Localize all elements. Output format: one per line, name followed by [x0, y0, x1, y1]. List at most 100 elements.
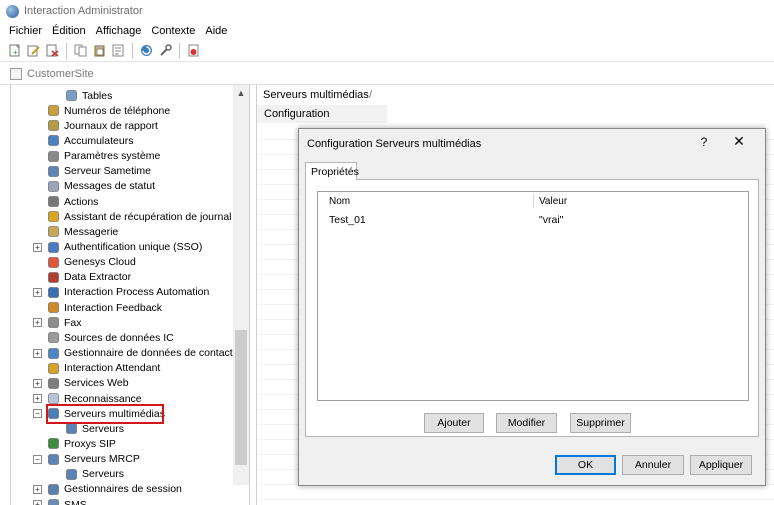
title-bar: Interaction Administrator [0, 0, 774, 22]
collapse-icon[interactable]: − [33, 454, 42, 464]
site-name: CustomerSite [27, 67, 94, 80]
configuration-row[interactable]: Configuration [257, 105, 387, 123]
attendant-icon [47, 362, 60, 375]
tree-item-label: Serveurs [82, 468, 125, 481]
properties-panel: Nom Valeur Test_01 "vrai" Ajouter Modifi… [305, 179, 759, 437]
mrcp-servers-icon [47, 453, 60, 466]
servers-icon [65, 422, 78, 435]
tree-item[interactable]: Genesys Cloud [47, 255, 136, 270]
menu-affichage[interactable]: Affichage [91, 25, 147, 37]
tree-item[interactable]: Assistant de récupération de journal [47, 209, 232, 224]
tree-item-label: Messagerie [64, 225, 119, 238]
list-item[interactable]: Test_01 "vrai" [318, 212, 748, 228]
contact-data-icon [47, 347, 60, 360]
tree-item-label: Serveurs [82, 422, 125, 435]
tree-item[interactable]: SMS [47, 497, 87, 505]
tree-item[interactable]: Proxys SIP [47, 436, 116, 451]
list-header: Nom Valeur [318, 192, 748, 210]
expand-icon[interactable]: + [33, 378, 42, 388]
tree-item-label: Services Web [64, 377, 129, 390]
phone-numbers-icon [47, 104, 60, 117]
tree-item[interactable]: Tables [65, 88, 112, 103]
paste-button[interactable] [90, 42, 108, 60]
tools-button[interactable] [156, 42, 174, 60]
highlight-box [46, 404, 164, 424]
data-sources-icon [47, 331, 60, 344]
tree-item[interactable]: Serveur Sametime [47, 164, 151, 179]
tree-item-label: Fax [64, 316, 82, 329]
menu-edition[interactable]: Édition [47, 25, 91, 37]
expand-icon[interactable]: + [33, 242, 42, 252]
navigation-tree: Tables Numéros de téléphone Journaux de ra… [10, 85, 250, 505]
tree-item[interactable]: Accumulateurs [47, 133, 133, 148]
new-item-button[interactable]: + [5, 42, 23, 60]
copy-button[interactable] [71, 42, 89, 60]
expand-icon[interactable]: + [33, 318, 42, 328]
help-icon[interactable]: ? [697, 135, 711, 149]
cancel-button[interactable]: Annuler [622, 455, 684, 475]
expand-icon[interactable]: + [33, 484, 42, 494]
help-button[interactable] [184, 42, 202, 60]
toolbar: + [0, 40, 774, 62]
tab-proprietes[interactable]: Propriétés [305, 162, 359, 180]
collapse-icon[interactable]: − [33, 409, 42, 419]
menu-contexte[interactable]: Contexte [146, 25, 200, 37]
property-name: Test_01 [329, 214, 366, 226]
tree-scrollbar[interactable]: ▲ [233, 85, 249, 485]
tree-item-label: Genesys Cloud [64, 256, 136, 269]
tree-item[interactable]: Gestionnaire de données de contact [47, 346, 233, 361]
tree-item[interactable]: Fax [47, 315, 82, 330]
tree-item[interactable]: Sources de données IC [47, 330, 174, 345]
app-icon [6, 4, 19, 18]
tree-item[interactable]: Authentification unique (SSO) [47, 240, 202, 255]
tree-item[interactable]: Actions [47, 194, 98, 209]
tree-item[interactable]: Serveurs MRCP [47, 452, 140, 467]
svg-text:+: + [13, 48, 18, 57]
breadcrumb: Serveurs multimédias [263, 89, 369, 101]
ok-button[interactable]: OK [555, 455, 616, 475]
tree-item[interactable]: Gestionnaires de session [47, 482, 182, 497]
tree-item-label: Tables [82, 89, 113, 102]
tree-item-label: Messages de statut [64, 180, 156, 193]
add-button[interactable]: Ajouter [424, 413, 484, 433]
tree-item[interactable]: Interaction Attendant [47, 361, 160, 376]
accumulators-icon [47, 134, 60, 147]
menu-aide[interactable]: Aide [200, 25, 232, 37]
refresh-button[interactable] [137, 42, 155, 60]
tree-item[interactable]: Paramètres système [47, 149, 160, 164]
expand-icon[interactable]: + [33, 287, 42, 297]
tree-item[interactable]: Messages de statut [47, 179, 155, 194]
tree-item[interactable]: Interaction Process Automation [47, 285, 209, 300]
scroll-thumb[interactable] [235, 330, 247, 465]
column-header-value[interactable]: Valeur [539, 196, 567, 207]
expand-icon[interactable]: + [33, 394, 42, 403]
tree-item[interactable]: Services Web [47, 376, 129, 391]
properties-button[interactable] [109, 42, 127, 60]
tree-item[interactable]: Interaction Feedback [47, 300, 162, 315]
properties-list: Nom Valeur Test_01 "vrai" [317, 191, 749, 401]
edit-button[interactable] [24, 42, 42, 60]
tree-item[interactable]: Journaux de rapport [47, 118, 158, 133]
expand-icon[interactable]: + [33, 500, 42, 505]
delete-icon [46, 44, 58, 57]
scroll-up-arrow-icon[interactable]: ▲ [233, 85, 249, 101]
apply-button[interactable]: Appliquer [690, 455, 752, 475]
paste-icon [94, 45, 104, 57]
tree-item[interactable]: Serveurs [65, 467, 124, 482]
genesys-cloud-icon [47, 256, 60, 269]
tree-item[interactable]: Messagerie [47, 224, 118, 239]
column-header-name[interactable]: Nom [329, 196, 350, 207]
tree-item[interactable]: Numéros de téléphone [47, 103, 170, 118]
tree-item-label: Interaction Process Automation [64, 286, 210, 299]
expand-icon[interactable]: + [33, 348, 42, 358]
column-divider[interactable] [533, 194, 534, 208]
delete-property-button[interactable]: Supprimer [570, 413, 631, 433]
delete-button[interactable] [43, 42, 61, 60]
close-icon[interactable]: ✕ [731, 133, 747, 150]
tree-item-label: Reconnaissance [64, 392, 142, 405]
tree-item[interactable]: Data Extractor [47, 270, 131, 285]
menu-fichier[interactable]: Fichier [4, 25, 47, 37]
session-managers-icon [47, 483, 60, 496]
modify-button[interactable]: Modifier [496, 413, 557, 433]
tree-item-label: Accumulateurs [64, 134, 134, 147]
